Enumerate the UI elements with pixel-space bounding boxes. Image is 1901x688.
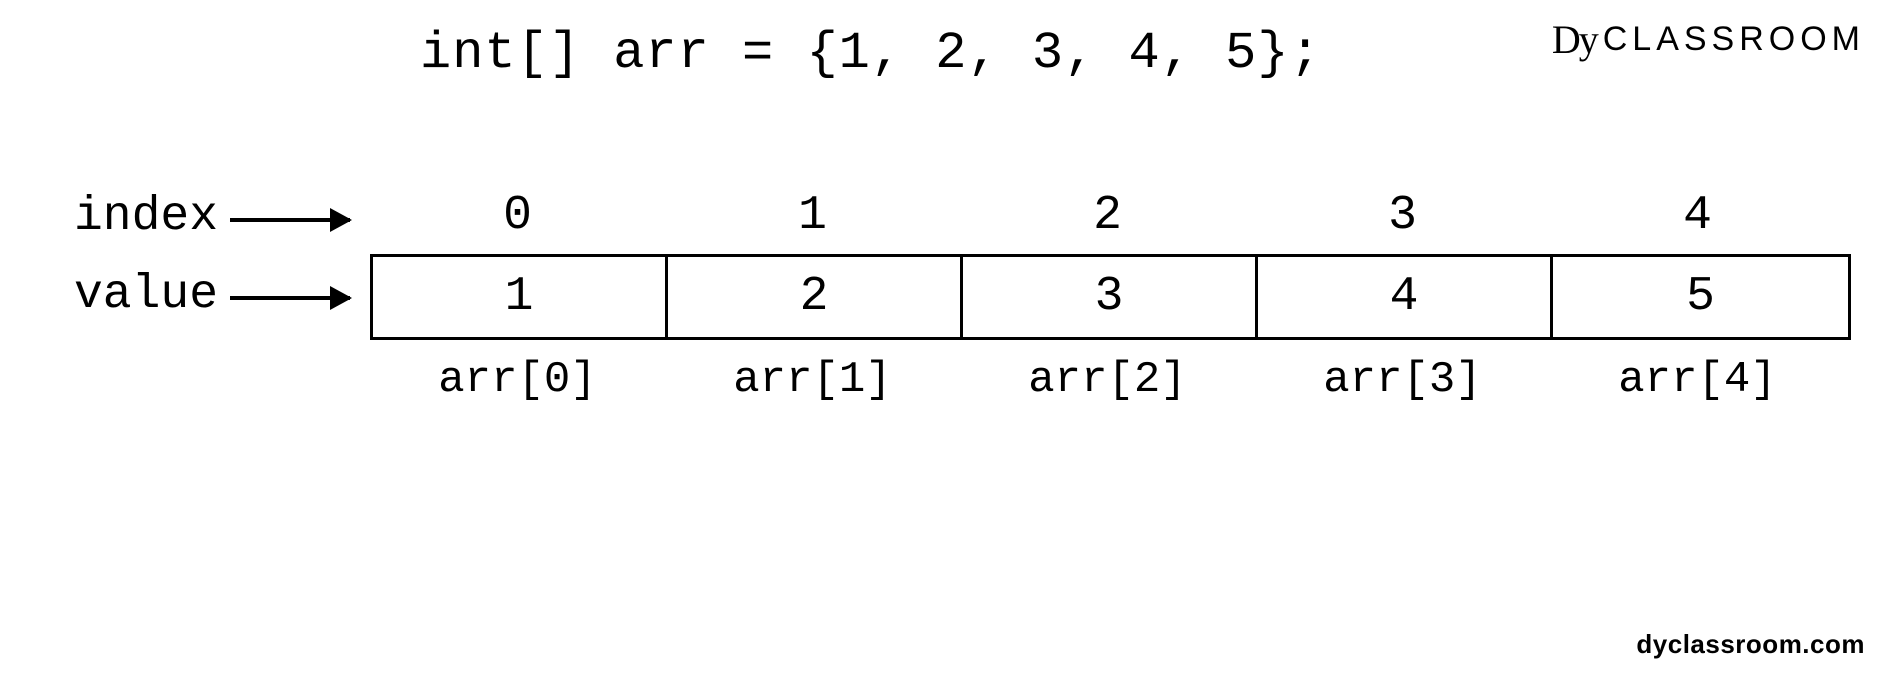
- value-cell: 1: [373, 257, 668, 337]
- access-cell: arr[0]: [370, 350, 665, 410]
- arrow-right-icon: [230, 296, 350, 300]
- brand-mark-icon: Dy: [1552, 16, 1597, 63]
- index-cell: 3: [1255, 186, 1550, 246]
- indices-row: 0 1 2 3 4: [370, 186, 1845, 246]
- values-row: 1 2 3 4 5: [370, 254, 1851, 340]
- access-cell: arr[2]: [960, 350, 1255, 410]
- index-cell: 1: [665, 186, 960, 246]
- access-cell: arr[3]: [1255, 350, 1550, 410]
- index-cell: 2: [960, 186, 1255, 246]
- footer-url: dyclassroom.com: [1636, 629, 1865, 660]
- brand-name: CLASSROOM: [1603, 20, 1865, 59]
- label-value: value: [18, 268, 218, 322]
- arrow-right-icon: [230, 218, 350, 222]
- index-cell: 4: [1550, 186, 1845, 246]
- access-cell: arr[4]: [1550, 350, 1845, 410]
- access-cell: arr[1]: [665, 350, 960, 410]
- index-cell: 0: [370, 186, 665, 246]
- code-declaration: int[] arr = {1, 2, 3, 4, 5};: [420, 24, 1322, 83]
- value-cell: 4: [1258, 257, 1553, 337]
- value-cell: 3: [963, 257, 1258, 337]
- label-index: index: [18, 190, 218, 244]
- access-row: arr[0] arr[1] arr[2] arr[3] arr[4]: [370, 350, 1845, 410]
- value-cell: 5: [1553, 257, 1848, 337]
- value-cell: 2: [668, 257, 963, 337]
- brand-logo: Dy CLASSROOM: [1552, 16, 1865, 63]
